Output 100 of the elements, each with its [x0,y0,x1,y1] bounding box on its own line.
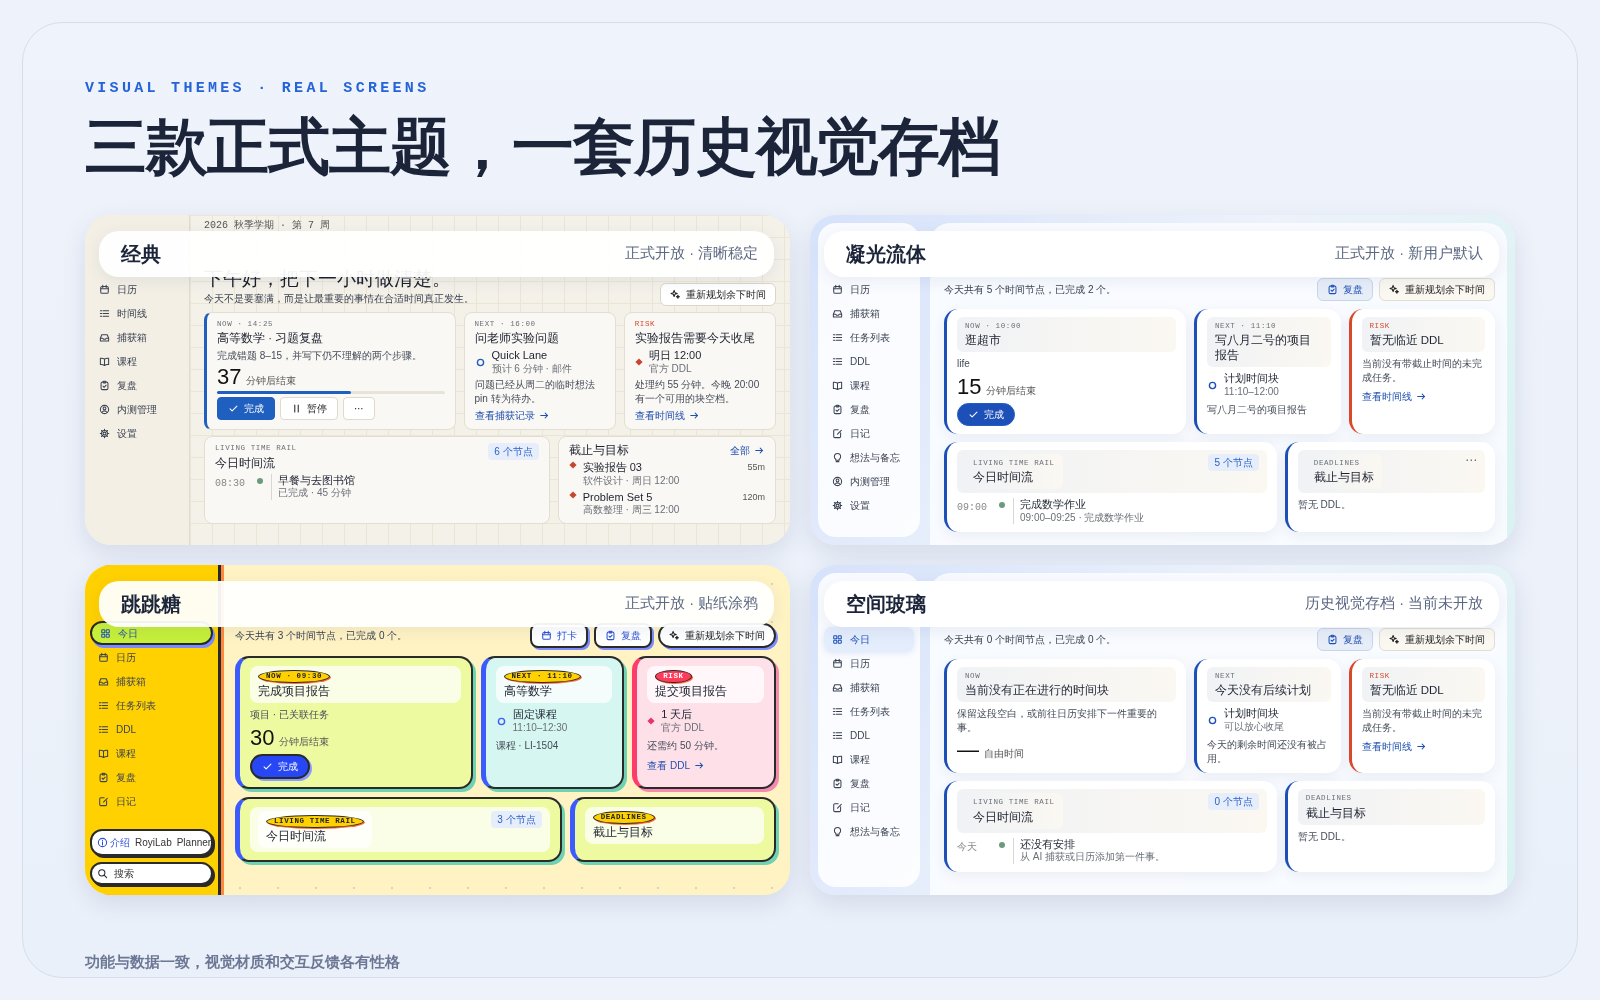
sidebar-item[interactable]: 捕获箱 [824,675,914,699]
sidebar-link[interactable]: Planner [176,835,212,850]
sidebar-item[interactable]: 捕获箱 [824,301,914,325]
card-link[interactable]: 查看 DDL [647,757,706,773]
sidebar-link[interactable]: RoyiLab [135,835,172,850]
slot-title: Quick Lane [491,349,549,363]
countdown-number: 15 [957,375,982,398]
card-text: 当前没有带截止时间的未完成任务。 [1361,707,1483,735]
sidebar-item[interactable]: 日历 [91,277,183,301]
sidebar-item[interactable]: 日记 [824,421,914,445]
event-detail: 09:00–09:25 · 完成数学作业 [1020,511,1145,525]
sidebar-item[interactable]: 想法与备忘 [824,819,914,843]
pause-button[interactable]: 暂停 [280,396,338,420]
card-link[interactable]: 查看捕获记录 [474,408,550,424]
node-count-badge: 0 个节点 [1208,793,1259,811]
action-button[interactable]: 复盘 [1317,627,1373,651]
node-count-badge: 5 个节点 [1208,453,1259,471]
time-estimate: 120m [742,490,765,504]
theme-status: 正式开放 · 贴纸涂鸦 [625,594,758,614]
slot-detail: 预计 6 分钟 · 邮件 [491,362,572,376]
event-title: 早餐与去图书馆 [278,473,355,487]
card-link[interactable]: 查看时间线 [1361,739,1427,755]
deadline-title: Problem Set 5 [582,490,654,504]
summary-text: 今天不是要塞满，而是让最重要的事情在合适时间真正发生。 [204,292,474,306]
sidebar-item[interactable]: 任务列表 [90,693,213,717]
theme-name: 凝光流体 [846,242,926,267]
greeting-text: 下午好，把下一小时做清楚。 [204,267,452,291]
sidebar-item[interactable]: 捕获箱 [91,325,183,349]
card-text: 课程 · LI-1504 [495,739,560,753]
sidebar-item[interactable]: 今日 [824,627,914,651]
card-text: 暂无 DDL。 [1297,829,1352,844]
summary-text: 今天共有 0 个时间节点，已完成 0 个。 [944,632,1117,647]
sidebar-link[interactable]: 介绍 [97,835,130,850]
slot-title: 计划时间块 [1224,372,1279,386]
sidebar-item[interactable]: 内测管理 [824,469,914,493]
deadline-detail: 软件设计 · 周日 12:00 [582,475,680,488]
sidebar-item[interactable]: 想法与备忘 [824,445,914,469]
section-kicker: VISUAL THEMES · REAL SCREENS [85,79,430,99]
deadline-detail: 高数整理 · 周三 12:00 [582,504,680,517]
action-button[interactable]: 复盘 [1317,277,1373,301]
sidebar-item[interactable]: 捕获箱 [90,669,213,693]
card-title: 当前没有正在进行的时间块 [965,683,1110,699]
sidebar-item[interactable]: 复盘 [824,771,914,795]
sidebar-item[interactable]: 内测管理 [91,397,183,421]
sidebar-item[interactable]: 课程 [91,349,183,373]
sidebar-item[interactable]: 日记 [824,795,914,819]
sidebar-item[interactable]: 日历 [824,277,914,301]
sidebar-item[interactable]: 时间线 [91,301,183,325]
sidebar-item[interactable]: DDL [824,349,914,373]
sidebar-item[interactable]: 课程 [90,741,213,765]
summary-text: 今天共有 3 个时间节点，已完成 0 个。 [235,629,408,643]
card-title: 今日时间流 [973,469,1034,485]
slot-title: 1 天后 [661,708,694,722]
sidebar-item[interactable]: 任务列表 [824,699,914,723]
card-title: 实验报告需要今天收尾 [634,331,756,347]
sidebar-item[interactable]: 设置 [91,421,183,445]
slot-title: 固定课程 [512,708,558,722]
done-button[interactable]: 完成 [957,402,1015,426]
card-title: 暂无临近 DDL [1369,683,1445,699]
sidebar-item[interactable]: DDL [90,717,213,741]
card-text: life [957,357,971,371]
sidebar-item[interactable]: 任务列表 [824,325,914,349]
card-link[interactable]: 查看时间线 [634,408,700,424]
card-text: 暂无 DDL。 [1297,497,1352,512]
more-button[interactable]: ⋯ [1465,453,1477,466]
summary-text: 今天共有 5 个时间节点，已完成 2 个。 [944,282,1117,297]
action-button[interactable]: 重新规划余下时间 [1379,277,1495,301]
deadline-title: 实验报告 03 [582,461,643,475]
view-all-link[interactable]: 全部 [730,443,765,459]
card-text: 还需约 50 分钟。 [647,739,725,753]
sidebar-item[interactable]: 复盘 [824,397,914,421]
slot-title: 计划时间块 [1224,707,1280,721]
card-title: 今日时间流 [973,809,1034,825]
sidebar-item[interactable]: 复盘 [90,765,213,789]
theme-name: 经典 [121,242,161,267]
action-button[interactable]: 重新规划余下时间 [1379,627,1495,651]
time-label: 08:30 [215,476,246,491]
sidebar-item[interactable]: 复盘 [91,373,183,397]
sidebar-item[interactable]: 课程 [824,373,914,397]
more-button[interactable]: ⋯ [343,396,375,420]
sidebar-item[interactable]: 日历 [824,651,914,675]
done-button[interactable]: 完成 [217,396,275,420]
card-title: 问老师实验问题 [474,331,560,347]
sidebar-item[interactable]: 日记 [90,789,213,813]
done-button[interactable]: 完成 [250,753,310,779]
card-title: 截止与目标 [592,824,654,840]
sidebar-item[interactable]: 课程 [824,747,914,771]
action-button[interactable]: 重新规划余下时间 [660,283,776,306]
event-title: 还没有安排 [1020,837,1076,851]
card-title: 今天没有后续计划 [1215,683,1312,699]
card-title: 截止与目标 [568,443,629,459]
search-field[interactable]: 搜索 [90,862,213,885]
slot-title: 明日 12:00 [648,349,702,363]
card-text: 处理约 55 分钟。今晚 20:00 有一个可用的块空档。 [634,378,761,406]
card-link[interactable]: 查看时间线 [1361,389,1427,405]
card-title: 逛超市 [965,333,1002,349]
sidebar-item[interactable]: 日历 [90,645,213,669]
countdown-number: — [957,739,979,762]
sidebar-item[interactable]: 设置 [824,493,914,517]
sidebar-item[interactable]: DDL [824,723,914,747]
